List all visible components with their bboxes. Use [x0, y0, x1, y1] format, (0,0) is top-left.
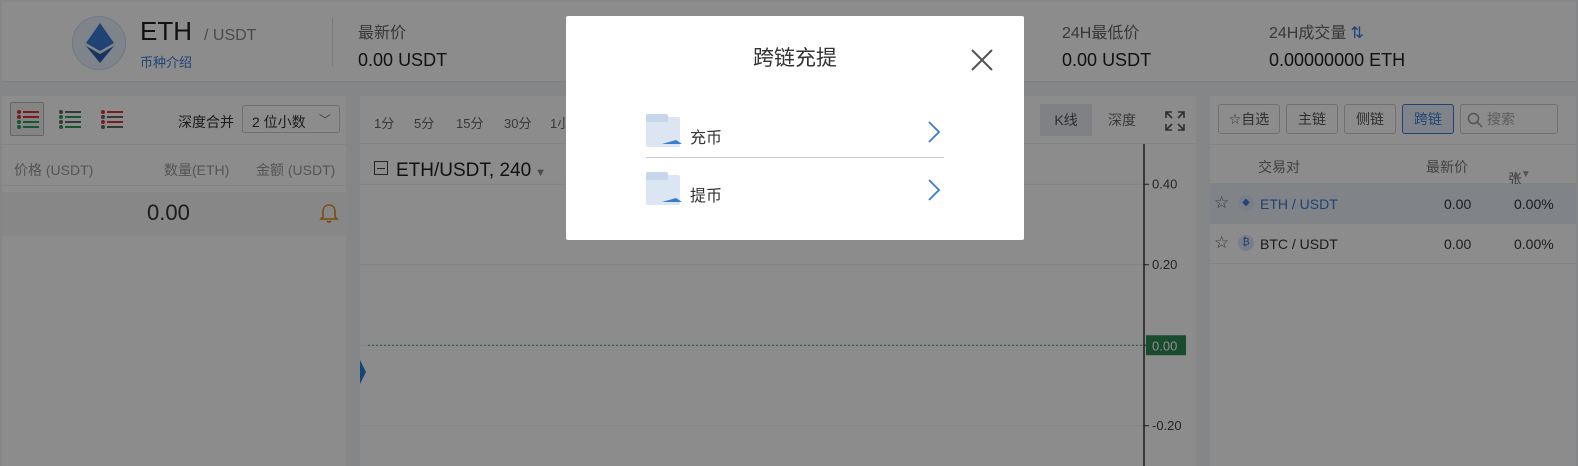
wallet-deposit-icon	[646, 114, 682, 147]
withdraw-label: 提币	[690, 188, 723, 205]
modal-title: 跨链充提	[753, 47, 837, 70]
deposit-option[interactable]: 充币	[646, 110, 944, 158]
withdraw-option[interactable]: 提币	[646, 168, 944, 216]
cross-chain-modal: 跨链充提 充币 提币	[566, 16, 1024, 240]
chevron-right-icon	[928, 179, 941, 201]
close-icon[interactable]	[968, 46, 996, 74]
wallet-withdraw-icon	[646, 172, 682, 205]
deposit-label: 充币	[690, 130, 723, 147]
chevron-right-icon	[928, 121, 941, 143]
